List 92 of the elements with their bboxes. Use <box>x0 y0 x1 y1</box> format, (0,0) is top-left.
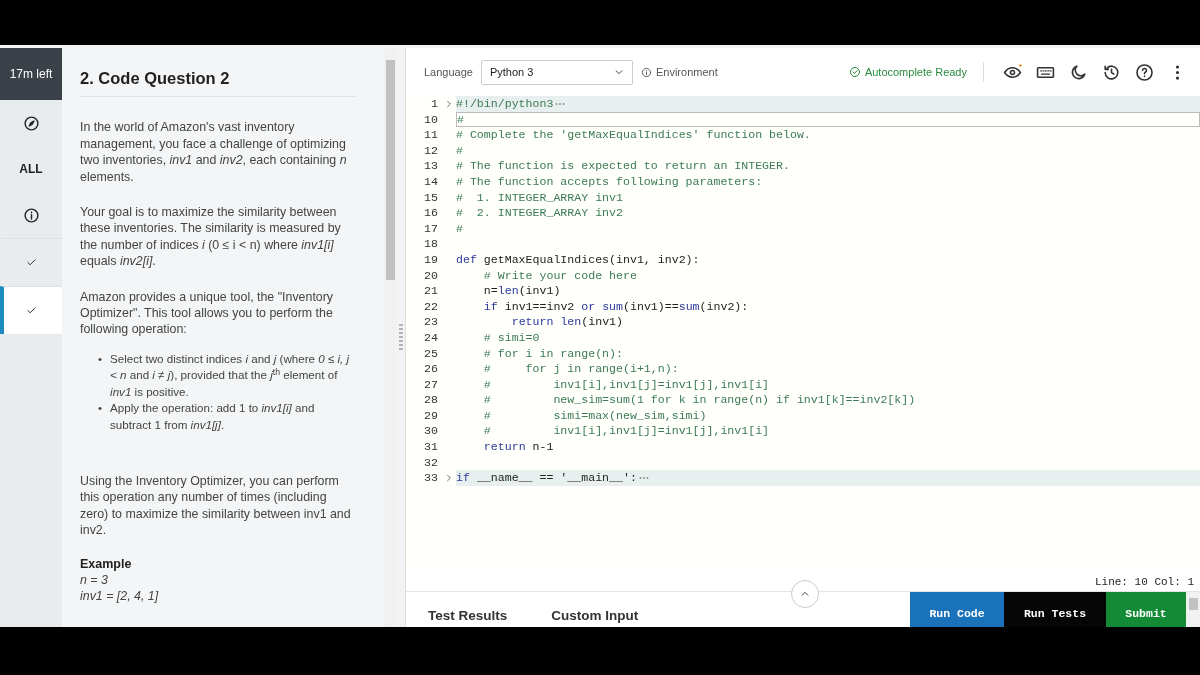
line-number: 30 <box>423 423 439 440</box>
line-number: 28 <box>423 392 439 408</box>
code-line: return n-1 <box>482 439 554 455</box>
code-line: # The function is expected to return an INTEGER. <box>456 158 790 174</box>
panel-tab[interactable]: Custom Input <box>529 592 661 627</box>
caret-icon <box>613 67 624 77</box>
line-number: 25 <box>423 345 439 362</box>
line-number: 19 <box>423 251 439 268</box>
history-icon[interactable] <box>1102 62 1121 82</box>
autocomplete-status: Autocomplete Ready <box>864 64 967 80</box>
tests-button[interactable]: Run Tests <box>1004 592 1106 627</box>
paragraph: In the world of Amazon's vast inventory management, you face a challenge of optimizing two inventories, inv1 and inv2, each containing n elements. <box>80 119 348 186</box>
line-number: 1 <box>430 96 439 112</box>
scrollbar-thumb[interactable] <box>385 60 395 280</box>
check-icon <box>25 305 37 316</box>
nav-item[interactable]: ALL <box>0 146 62 192</box>
paragraph: Your goal is to maximize the similarity between these inventories. The similarity is measured by the number of indices i (0 ≤ i < n) where inv1[i] equals inv2[i]. <box>80 204 342 270</box>
code-line: if __name__ == '__main__': <box>456 470 637 486</box>
list-item: Apply the operation: add 1 to inv1[i] and subtract 1 from inv1[j]. <box>110 400 316 433</box>
line-number: 22 <box>423 298 439 315</box>
code-line: # <box>456 142 463 159</box>
line-number: 11 <box>423 127 439 143</box>
line-number: 33 <box>423 470 439 486</box>
code-line: # for j in range(i+1,n): <box>482 361 679 377</box>
fold-ellipsis-icon[interactable] <box>638 476 649 481</box>
code-line: # new_sim=sum(1 for k in range(n) if inv1[k]==inv2[k]) <box>482 392 916 408</box>
compass-icon <box>22 114 40 132</box>
run-button[interactable]: Run Code <box>910 592 1004 627</box>
fold-chevron-icon[interactable] <box>445 98 453 109</box>
nav-item[interactable] <box>0 286 62 334</box>
list-item: Select two distinct indices i and j (where 0 ≤ i, j < n and i ≠ j), provided that the j$^{th}$ element of inv1 is positive. <box>110 350 351 400</box>
code-line: # inv1[i],inv1[j]=inv1[j],inv1[i] <box>482 423 770 440</box>
language-label: Language <box>424 64 473 80</box>
code-line: # inv1[i],inv1[j]=inv1[j],inv1[i] <box>482 376 770 393</box>
environment-link[interactable]: Environment <box>655 63 718 81</box>
example-line: n = 3 <box>80 571 109 589</box>
line-number: 12 <box>423 142 439 159</box>
line-number: 20 <box>423 267 439 284</box>
code-line: # 1. INTEGER_ARRAY inv1 <box>456 189 623 206</box>
code-line: return len(inv1) <box>510 314 623 330</box>
paragraph: Amazon provides a unique tool, the "Inventory Optimizer". This tool allows you to perform the following operation: <box>80 288 335 338</box>
line-number: 16 <box>423 205 439 221</box>
scrollbar-thumb[interactable] <box>1188 598 1198 610</box>
line-number: 17 <box>423 220 439 237</box>
timer: 17m left <box>0 48 62 100</box>
info-icon <box>22 206 40 224</box>
fold-chevron-icon[interactable] <box>445 473 453 484</box>
line-number: 21 <box>423 283 439 299</box>
code-line: # simi=max(new_sim,simi) <box>482 407 707 424</box>
question-title: 2. Code Question 2 <box>80 58 356 98</box>
drag-handle-icon[interactable] <box>398 322 403 353</box>
line-number: 26 <box>423 361 439 377</box>
line-number: 10 <box>423 111 439 128</box>
chevron-up-icon <box>800 589 810 599</box>
code-line: # simi=0 <box>482 329 540 346</box>
code-line: #!/bin/python3 <box>456 96 554 112</box>
paragraph: Using the Inventory Optimizer, you can perform this operation any number of times (including zero) to maximize the similarity between inv1 and inv2. <box>80 472 352 539</box>
line-number: 18 <box>423 236 439 252</box>
code-line: # Complete the 'getMaxEqualIndices' function below. <box>456 127 811 143</box>
code-line: def getMaxEqualIndices(inv1, inv2): <box>456 251 700 268</box>
line-number: 29 <box>423 407 439 424</box>
code-line: # 2. INTEGER_ARRAY inv2 <box>456 205 623 221</box>
line-number: 31 <box>423 439 439 455</box>
code-line: # The function accepts following parameters: <box>456 173 763 190</box>
check-icon <box>25 257 37 268</box>
line-number: 14 <box>423 173 439 190</box>
bullet-marker: • <box>98 400 103 417</box>
line-number: 13 <box>423 158 439 174</box>
line-number: 27 <box>423 376 439 393</box>
code-line: # <box>457 111 464 128</box>
example-line: inv1 = [2, 4, 1] <box>80 588 160 605</box>
fold-ellipsis-icon[interactable] <box>555 101 566 106</box>
cursor-position: Line: 10 Col: 1 <box>1094 576 1194 588</box>
expand-button[interactable] <box>791 580 819 608</box>
panel-tab[interactable]: Test Results <box>406 592 530 627</box>
code-line: # for i in range(n): <box>482 345 623 362</box>
moon-icon[interactable] <box>1069 62 1088 82</box>
code-line: # Write your code here <box>482 267 637 284</box>
info-icon <box>640 66 652 78</box>
line-number: 32 <box>423 454 439 471</box>
submit-button[interactable]: Submit <box>1106 592 1186 627</box>
line-number: 15 <box>423 189 439 206</box>
code-line: # <box>456 220 463 237</box>
code-line: n=len(inv1) <box>482 283 561 299</box>
language-select[interactable]: Python 3 <box>480 59 633 85</box>
line-number: 24 <box>423 329 439 346</box>
code-line: if inv1==inv2 or sum(inv1)==sum(inv2): <box>482 298 749 315</box>
section-heading: Example <box>80 555 133 572</box>
help-icon[interactable] <box>1135 62 1154 82</box>
bullet-marker: • <box>98 350 103 367</box>
line-number: 23 <box>423 314 439 330</box>
check-circle-icon <box>848 66 861 78</box>
